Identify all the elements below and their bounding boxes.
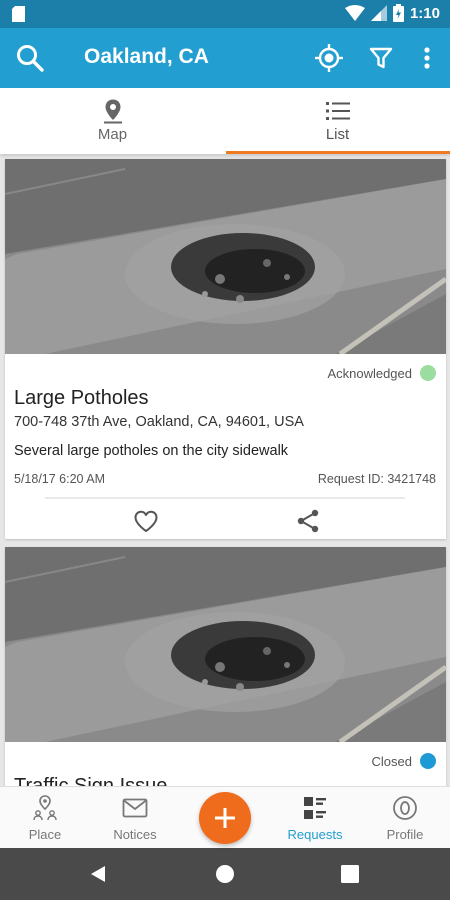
status-badge: Closed <box>372 753 436 769</box>
pothole-photo <box>5 547 446 742</box>
nav-profile[interactable]: Profile <box>360 787 450 849</box>
tab-map[interactable]: Map <box>0 88 225 154</box>
request-title: Traffic Sign Issue <box>14 775 168 786</box>
add-request-button[interactable] <box>199 792 251 844</box>
home-icon[interactable] <box>215 864 235 884</box>
tab-list[interactable]: List <box>225 88 450 154</box>
location-title[interactable]: Oakland, CA <box>84 45 209 69</box>
heart-icon[interactable] <box>133 509 159 535</box>
battery-charging-icon <box>392 4 404 22</box>
system-navigation-bar <box>0 848 450 900</box>
request-date: 5/18/17 6:20 AM <box>14 472 106 486</box>
view-tabs: Map List <box>0 88 450 154</box>
list-icon <box>326 102 350 120</box>
status-dot <box>420 365 436 381</box>
status-dot <box>420 753 436 769</box>
share-icon[interactable] <box>295 508 321 534</box>
clock: 1:10 <box>409 4 440 22</box>
nav-place-label: Place <box>28 827 62 842</box>
my-location-icon[interactable] <box>314 43 344 73</box>
status-label: Acknowledged <box>327 365 412 381</box>
nav-requests-label: Requests <box>287 827 343 842</box>
pothole-photo <box>5 159 446 354</box>
place-icon <box>33 795 57 821</box>
request-id: Request ID: 3421748 <box>317 472 436 486</box>
card-divider <box>45 497 405 499</box>
filter-icon[interactable] <box>366 43 396 73</box>
sim-card-icon <box>12 6 25 22</box>
nav-place[interactable]: Place <box>0 787 90 849</box>
status-badge: Acknowledged <box>327 365 436 381</box>
requests-icon <box>304 797 326 819</box>
app-bar: Oakland, CA <box>0 28 450 88</box>
status-bar: 1:10 <box>0 0 450 28</box>
request-description: Several large potholes on the city sidew… <box>14 443 289 459</box>
search-icon[interactable] <box>14 42 46 74</box>
map-pin-icon <box>104 99 122 124</box>
mail-icon <box>122 798 148 818</box>
back-icon[interactable] <box>88 864 108 884</box>
profile-icon <box>393 796 417 820</box>
tab-map-label: Map <box>97 126 128 143</box>
nav-notices-label: Notices <box>113 827 157 842</box>
requests-list[interactable]: Acknowledged Large Potholes 700-748 37th… <box>0 154 450 786</box>
plus-icon <box>215 808 235 828</box>
wifi-icon <box>344 5 365 21</box>
request-title: Large Potholes <box>14 387 149 409</box>
active-tab-indicator <box>226 151 450 154</box>
nav-notices[interactable]: Notices <box>90 787 180 849</box>
tab-list-label: List <box>325 126 350 143</box>
request-address: 700-748 37th Ave, Oakland, CA, 94601, US… <box>14 414 304 430</box>
status-label: Closed <box>371 753 412 769</box>
recent-apps-icon[interactable] <box>341 865 359 883</box>
nav-profile-label: Profile <box>386 827 424 842</box>
request-card[interactable]: Acknowledged Large Potholes 700-748 37th… <box>5 159 446 539</box>
more-options-icon[interactable] <box>414 43 440 73</box>
signal-icon <box>370 5 387 21</box>
nav-requests[interactable]: Requests <box>270 787 360 849</box>
request-card[interactable]: Closed Traffic Sign Issue <box>5 547 446 786</box>
